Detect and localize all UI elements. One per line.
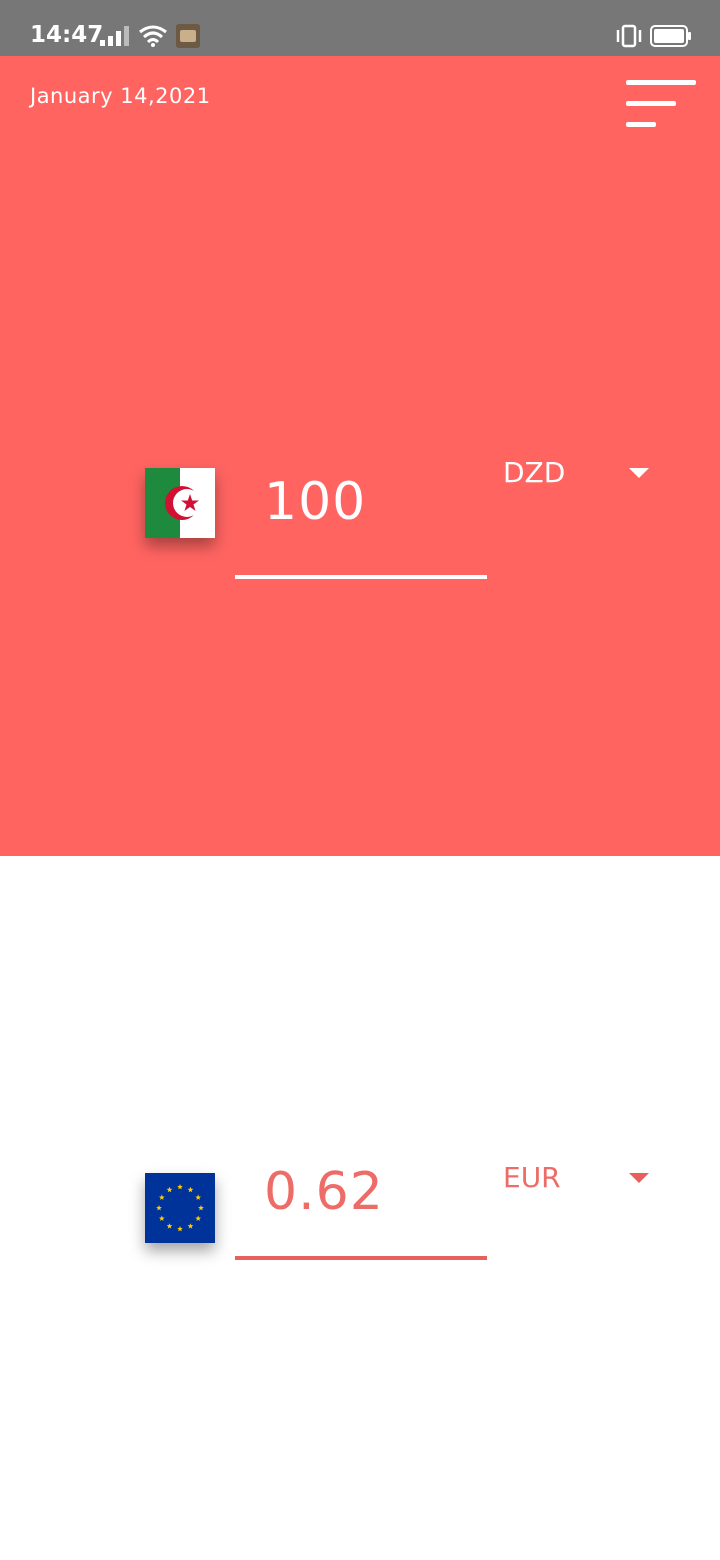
target-dropdown-arrow-icon[interactable]: [629, 1173, 649, 1183]
date-label: January 14,2021: [30, 84, 211, 108]
status-time: 14:47: [30, 22, 104, 48]
notification-thumbnail-icon: [176, 24, 200, 48]
source-currency-panel: January 14,2021 100 DZD: [0, 56, 720, 856]
source-dropdown-arrow-icon[interactable]: [629, 468, 649, 478]
algeria-flag-icon: [145, 468, 215, 538]
target-amount-underline: [235, 1256, 487, 1260]
menu-icon-bar: [626, 122, 656, 127]
menu-button[interactable]: [620, 76, 700, 132]
target-currency-panel: 0.62 EUR: [0, 856, 720, 1560]
wifi-icon: [139, 25, 167, 47]
source-currency-selector[interactable]: DZD: [503, 456, 565, 489]
menu-icon-bar: [626, 80, 696, 85]
source-amount-input[interactable]: 100: [264, 472, 366, 532]
target-currency-selector[interactable]: EUR: [503, 1161, 561, 1194]
target-amount-output: 0.62: [264, 1162, 384, 1222]
menu-icon-bar: [626, 101, 676, 106]
status-bar: 14:47: [0, 0, 720, 56]
battery-icon: [650, 25, 691, 47]
signal-icon: [100, 26, 129, 46]
source-amount-underline: [235, 575, 487, 579]
vibrate-icon: [616, 24, 642, 48]
eu-flag-icon: [145, 1173, 215, 1243]
